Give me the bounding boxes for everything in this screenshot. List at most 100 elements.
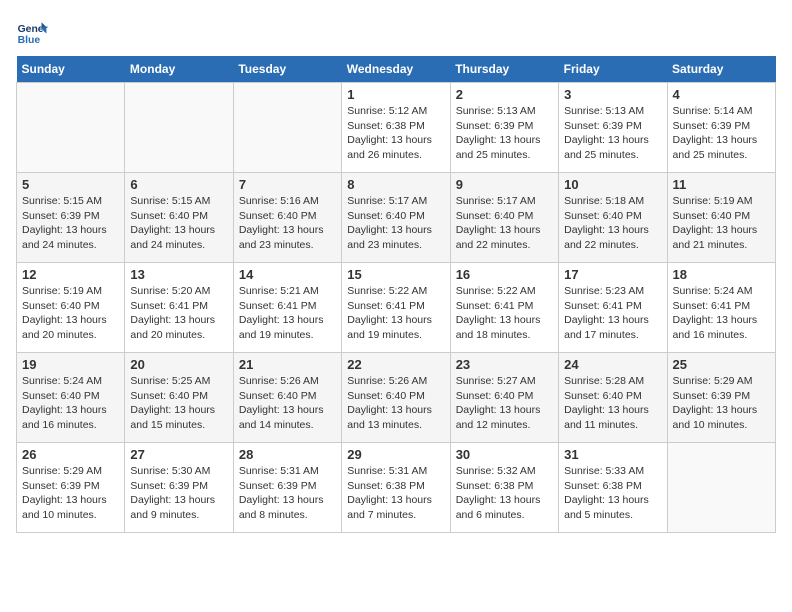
calendar-cell: 4 Sunrise: 5:14 AM Sunset: 6:39 PM Daylig… [667, 83, 775, 173]
calendar-cell: 23 Sunrise: 5:27 AM Sunset: 6:40 PM Dayli… [450, 353, 558, 443]
calendar-cell: 8 Sunrise: 5:17 AM Sunset: 6:40 PM Daylig… [342, 173, 450, 263]
day-number: 30 [456, 447, 553, 462]
day-info: Sunrise: 5:13 AM Sunset: 6:39 PM Dayligh… [564, 104, 661, 163]
day-info: Sunrise: 5:13 AM Sunset: 6:39 PM Dayligh… [456, 104, 553, 163]
day-number: 19 [22, 357, 119, 372]
day-number: 11 [673, 177, 770, 192]
day-info: Sunrise: 5:15 AM Sunset: 6:40 PM Dayligh… [130, 194, 227, 253]
header-wednesday: Wednesday [342, 56, 450, 83]
calendar-table: SundayMondayTuesdayWednesdayThursdayFrid… [16, 56, 776, 533]
day-info: Sunrise: 5:29 AM Sunset: 6:39 PM Dayligh… [22, 464, 119, 523]
calendar-cell [125, 83, 233, 173]
calendar-cell: 12 Sunrise: 5:19 AM Sunset: 6:40 PM Dayli… [17, 263, 125, 353]
day-info: Sunrise: 5:14 AM Sunset: 6:39 PM Dayligh… [673, 104, 770, 163]
day-number: 10 [564, 177, 661, 192]
calendar-cell: 20Sunrise: 5:25 AM Sunset: 6:40 PM Dayli… [125, 353, 233, 443]
day-number: 13 [130, 267, 227, 282]
day-number: 21 [239, 357, 336, 372]
logo: General Blue [16, 16, 52, 48]
day-info: Sunrise: 5:31 AM Sunset: 6:38 PM Dayligh… [347, 464, 444, 523]
day-number: 22 [347, 357, 444, 372]
day-info: Sunrise: 5:17 AM Sunset: 6:40 PM Dayligh… [347, 194, 444, 253]
calendar-cell [17, 83, 125, 173]
calendar-cell: 24Sunrise: 5:28 AM Sunset: 6:40 PM Dayli… [559, 353, 667, 443]
calendar-week-5: 26 Sunrise: 5:29 AM Sunset: 6:39 PM Dayli… [17, 443, 776, 533]
day-info: Sunrise: 5:21 AM Sunset: 6:41 PM Dayligh… [239, 284, 336, 343]
calendar-cell: 21Sunrise: 5:26 AM Sunset: 6:40 PM Dayli… [233, 353, 341, 443]
calendar-cell [667, 443, 775, 533]
day-info: Sunrise: 5:19 AM Sunset: 6:40 PM Dayligh… [22, 284, 119, 343]
day-info: Sunrise: 5:26 AM Sunset: 6:40 PM Dayligh… [347, 374, 444, 433]
calendar-cell: 1 Sunrise: 5:12 AM Sunset: 6:38 PM Daylig… [342, 83, 450, 173]
day-info: Sunrise: 5:20 AM Sunset: 6:41 PM Dayligh… [130, 284, 227, 343]
day-info: Sunrise: 5:31 AM Sunset: 6:39 PM Dayligh… [239, 464, 336, 523]
day-info: Sunrise: 5:23 AM Sunset: 6:41 PM Dayligh… [564, 284, 661, 343]
day-number: 6 [130, 177, 227, 192]
calendar-cell: 30 Sunrise: 5:32 AM Sunset: 6:38 PM Dayli… [450, 443, 558, 533]
header-thursday: Thursday [450, 56, 558, 83]
day-number: 8 [347, 177, 444, 192]
day-number: 1 [347, 87, 444, 102]
day-info: Sunrise: 5:22 AM Sunset: 6:41 PM Dayligh… [347, 284, 444, 343]
day-info: Sunrise: 5:27 AM Sunset: 6:40 PM Dayligh… [456, 374, 553, 433]
day-number: 3 [564, 87, 661, 102]
day-number: 9 [456, 177, 553, 192]
svg-text:Blue: Blue [18, 35, 41, 46]
calendar-cell: 6 Sunrise: 5:15 AM Sunset: 6:40 PM Daylig… [125, 173, 233, 263]
calendar-week-2: 5Sunrise: 5:15 AM Sunset: 6:39 PM Daylig… [17, 173, 776, 263]
day-number: 25 [673, 357, 770, 372]
header-tuesday: Tuesday [233, 56, 341, 83]
day-number: 28 [239, 447, 336, 462]
day-number: 7 [239, 177, 336, 192]
calendar-cell: 13 Sunrise: 5:20 AM Sunset: 6:41 PM Dayli… [125, 263, 233, 353]
calendar-cell: 18 Sunrise: 5:24 AM Sunset: 6:41 PM Dayli… [667, 263, 775, 353]
day-info: Sunrise: 5:29 AM Sunset: 6:39 PM Dayligh… [673, 374, 770, 433]
day-info: Sunrise: 5:15 AM Sunset: 6:39 PM Dayligh… [22, 194, 119, 253]
calendar-cell: 25 Sunrise: 5:29 AM Sunset: 6:39 PM Dayli… [667, 353, 775, 443]
calendar-cell: 29 Sunrise: 5:31 AM Sunset: 6:38 PM Dayli… [342, 443, 450, 533]
calendar-week-4: 19 Sunrise: 5:24 AM Sunset: 6:40 PM Dayli… [17, 353, 776, 443]
day-number: 15 [347, 267, 444, 282]
day-number: 29 [347, 447, 444, 462]
header-monday: Monday [125, 56, 233, 83]
calendar-cell: 15 Sunrise: 5:22 AM Sunset: 6:41 PM Dayli… [342, 263, 450, 353]
calendar-cell: 3 Sunrise: 5:13 AM Sunset: 6:39 PM Daylig… [559, 83, 667, 173]
calendar-cell: 2 Sunrise: 5:13 AM Sunset: 6:39 PM Daylig… [450, 83, 558, 173]
day-number: 17 [564, 267, 661, 282]
day-number: 31 [564, 447, 661, 462]
calendar-cell: 31 Sunrise: 5:33 AM Sunset: 6:38 PM Dayli… [559, 443, 667, 533]
calendar-cell [233, 83, 341, 173]
day-number: 23 [456, 357, 553, 372]
calendar-header-row: SundayMondayTuesdayWednesdayThursdayFrid… [17, 56, 776, 83]
day-number: 24 [564, 357, 661, 372]
calendar-week-3: 12 Sunrise: 5:19 AM Sunset: 6:40 PM Dayli… [17, 263, 776, 353]
day-number: 16 [456, 267, 553, 282]
header-sunday: Sunday [17, 56, 125, 83]
calendar-cell: 28 Sunrise: 5:31 AM Sunset: 6:39 PM Dayli… [233, 443, 341, 533]
day-info: Sunrise: 5:18 AM Sunset: 6:40 PM Dayligh… [564, 194, 661, 253]
day-info: Sunrise: 5:16 AM Sunset: 6:40 PM Dayligh… [239, 194, 336, 253]
day-number: 12 [22, 267, 119, 282]
calendar-cell: 26 Sunrise: 5:29 AM Sunset: 6:39 PM Dayli… [17, 443, 125, 533]
day-info: Sunrise: 5:30 AM Sunset: 6:39 PM Dayligh… [130, 464, 227, 523]
day-info: Sunrise: 5:33 AM Sunset: 6:38 PM Dayligh… [564, 464, 661, 523]
day-info: Sunrise: 5:24 AM Sunset: 6:40 PM Dayligh… [22, 374, 119, 433]
day-number: 18 [673, 267, 770, 282]
header-friday: Friday [559, 56, 667, 83]
calendar-cell: 17 Sunrise: 5:23 AM Sunset: 6:41 PM Dayli… [559, 263, 667, 353]
day-number: 26 [22, 447, 119, 462]
day-info: Sunrise: 5:32 AM Sunset: 6:38 PM Dayligh… [456, 464, 553, 523]
day-info: Sunrise: 5:17 AM Sunset: 6:40 PM Dayligh… [456, 194, 553, 253]
day-info: Sunrise: 5:12 AM Sunset: 6:38 PM Dayligh… [347, 104, 444, 163]
day-number: 4 [673, 87, 770, 102]
calendar-cell: 22 Sunrise: 5:26 AM Sunset: 6:40 PM Dayli… [342, 353, 450, 443]
day-number: 2 [456, 87, 553, 102]
day-info: Sunrise: 5:24 AM Sunset: 6:41 PM Dayligh… [673, 284, 770, 343]
calendar-cell: 11Sunrise: 5:19 AM Sunset: 6:40 PM Dayli… [667, 173, 775, 263]
calendar-cell: 19 Sunrise: 5:24 AM Sunset: 6:40 PM Dayli… [17, 353, 125, 443]
calendar-cell: 16Sunrise: 5:22 AM Sunset: 6:41 PM Dayli… [450, 263, 558, 353]
calendar-cell: 14Sunrise: 5:21 AM Sunset: 6:41 PM Dayli… [233, 263, 341, 353]
day-number: 20 [130, 357, 227, 372]
calendar-cell: 5Sunrise: 5:15 AM Sunset: 6:39 PM Daylig… [17, 173, 125, 263]
calendar-cell: 9 Sunrise: 5:17 AM Sunset: 6:40 PM Daylig… [450, 173, 558, 263]
